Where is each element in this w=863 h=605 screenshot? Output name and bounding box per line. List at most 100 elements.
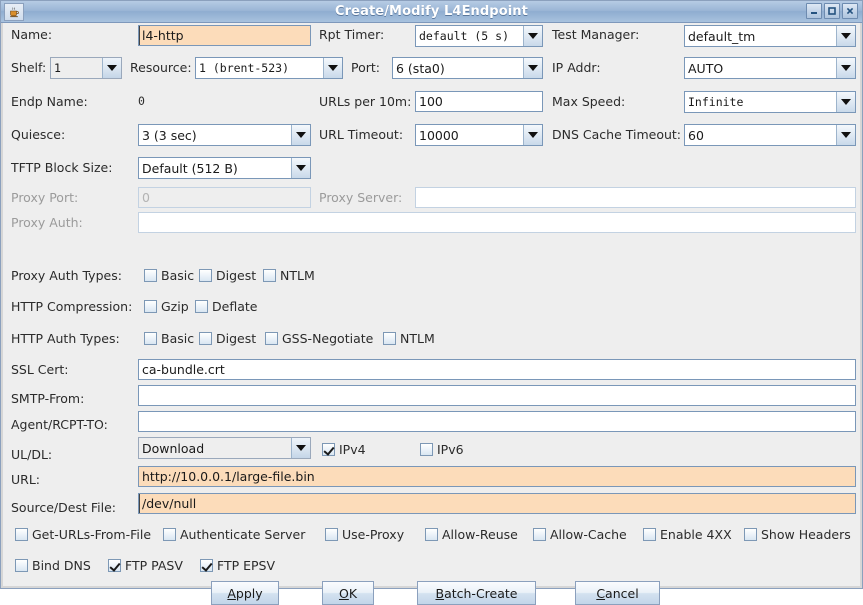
chevron-down-icon [102,58,121,78]
ssl-cert-label: SSL Cert: [11,362,69,377]
endp-name-value-wrap: 0 [138,94,145,108]
checkbox-http-auth-digest[interactable]: Digest [199,331,256,346]
chevron-down-icon [291,125,310,145]
checkbox-gss-negotiate[interactable]: GSS-Negotiate [265,331,373,346]
chevron-down-icon [836,26,855,46]
ip-addr-value: AUTO [685,58,836,78]
checkbox-show-headers[interactable]: Show Headers [744,527,851,542]
http-compression-label: HTTP Compression: [11,299,133,314]
url-timeout-value: 10000 [416,125,523,145]
checkbox-allow-reuse[interactable]: Allow-Reuse [425,527,518,542]
checkbox-ipv6[interactable]: IPv6 [420,442,464,457]
checkbox-box [15,559,28,572]
maximize-button[interactable] [824,3,840,19]
chevron-down-icon [523,58,542,78]
checkbox-label: FTP EPSV [217,558,276,573]
form-panel: Name: l4-http Rpt Timer: default (5 s) T… [1,23,862,605]
ul-dl-combo[interactable]: Download [138,437,311,459]
checkbox-http-auth-basic[interactable]: Basic [144,331,194,346]
quiesce-combo[interactable]: 3 (3 sec) [138,124,311,146]
checkbox-enable-4xx[interactable]: Enable 4XX [643,527,732,542]
proxy-server-input[interactable] [415,187,856,208]
apply-button[interactable]: Apply [211,581,279,605]
url-timeout-combo[interactable]: 10000 [415,124,543,146]
name-label: Name: [11,27,53,42]
checkbox-box [425,528,438,541]
checkbox-label: FTP PASV [125,558,183,573]
tftp-block-size-label: TFTP Block Size: [11,160,113,175]
dns-cache-timeout-value: 60 [685,125,836,145]
checkbox-label: Show Headers [761,527,851,542]
checkbox-proxy-auth-digest[interactable]: Digest [199,268,256,283]
window-title: Create/Modify L4Endpoint [335,4,528,19]
checkbox-box [144,269,157,282]
checkbox-authenticate-server[interactable]: Authenticate Server [163,527,305,542]
url-input[interactable]: http://10.0.0.1/large-file.bin [138,466,856,487]
proxy-port-input[interactable]: 0 [138,187,311,208]
test-manager-combo[interactable]: default_tm [684,25,856,47]
checkbox-label: Gzip [161,299,189,314]
checkbox-gzip[interactable]: Gzip [144,299,189,314]
checkbox-use-proxy[interactable]: Use-Proxy [325,527,404,542]
agent-rcpt-to-label: Agent/RCPT-TO: [11,417,108,432]
name-input[interactable]: l4-http [138,25,311,46]
http-auth-types-label-wrap: HTTP Auth Types: [11,331,120,346]
shelf-combo[interactable]: 1 [50,57,122,79]
smtp-from-input[interactable] [138,385,856,406]
checkbox-box [383,332,396,345]
checkbox-box [199,269,212,282]
checkbox-label: Authenticate Server [180,527,306,542]
url-timeout-label: URL Timeout: [319,127,404,142]
endp-name-label: Endp Name: [11,94,88,109]
title-bar[interactable]: Create/Modify L4Endpoint [1,1,862,23]
checkbox-allow-cache[interactable]: Allow-Cache [533,527,627,542]
ok-button[interactable]: OK [322,581,374,605]
checkbox-label: NTLM [400,331,435,346]
checkbox-proxy-auth-ntlm[interactable]: NTLM [263,268,315,283]
checkbox-bind-dns[interactable]: Bind DNS [15,558,91,573]
checkbox-ftp-epsv[interactable]: FTP EPSV [200,558,275,573]
proxy-auth-input[interactable] [138,212,856,233]
http-compression-label-wrap: HTTP Compression: [11,299,132,314]
chevron-down-icon [836,125,855,145]
dns-cache-timeout-label-wrap: DNS Cache Timeout: [552,127,681,142]
max-speed-combo[interactable]: Infinite [684,91,856,113]
tftp-block-size-combo[interactable]: Default (512 B) [138,157,311,179]
cancel-button[interactable]: Cancel [575,581,660,605]
checkbox-box [108,559,121,572]
checkbox-label: Digest [216,331,257,346]
urls-per-10m-input[interactable]: 100 [415,91,543,112]
test-manager-label-wrap: Test Manager: [552,27,639,42]
checkbox-box [144,332,157,345]
checkbox-http-auth-ntlm[interactable]: NTLM [383,331,435,346]
smtp-from-label: SMTP-From: [11,391,85,406]
port-combo[interactable]: 6 (sta0) [392,57,543,79]
http-auth-types-label: HTTP Auth Types: [11,331,120,346]
checkbox-label: Bind DNS [32,558,91,573]
checkbox-label: Allow-Cache [550,527,627,542]
chevron-down-icon [291,158,310,178]
ssl-cert-input[interactable]: ca-bundle.crt [138,359,856,380]
dns-cache-timeout-combo[interactable]: 60 [684,124,856,146]
agent-rcpt-to-input[interactable] [138,411,856,432]
checkbox-deflate[interactable]: Deflate [195,299,257,314]
resource-label-wrap: Resource: [130,60,192,75]
checkbox-get-urls-from-file[interactable]: Get-URLs-From-File [15,527,151,542]
source-dest-file-label-wrap: Source/Dest File: [11,500,116,515]
rpt-timer-combo[interactable]: default (5 s) [415,25,543,47]
checkbox-proxy-auth-basic[interactable]: Basic [144,268,194,283]
checkbox-label: Deflate [212,299,258,314]
minimize-button[interactable] [806,3,822,19]
checkbox-ipv4[interactable]: IPv4 [322,442,366,457]
checkbox-ftp-pasv[interactable]: FTP PASV [108,558,183,573]
java-coffee-cup-icon [4,2,24,21]
ip-addr-combo[interactable]: AUTO [684,57,856,79]
source-dest-file-input[interactable]: /dev/null [138,493,856,514]
checkbox-box [199,332,212,345]
close-button[interactable] [842,3,858,19]
ok-button-mnemonic: O [338,585,349,601]
resource-combo[interactable]: 1 (brent-523) [195,57,343,79]
batch-create-button[interactable]: Batch-Create [417,581,536,605]
test-manager-label: Test Manager: [552,27,640,42]
checkbox-box [144,300,157,313]
